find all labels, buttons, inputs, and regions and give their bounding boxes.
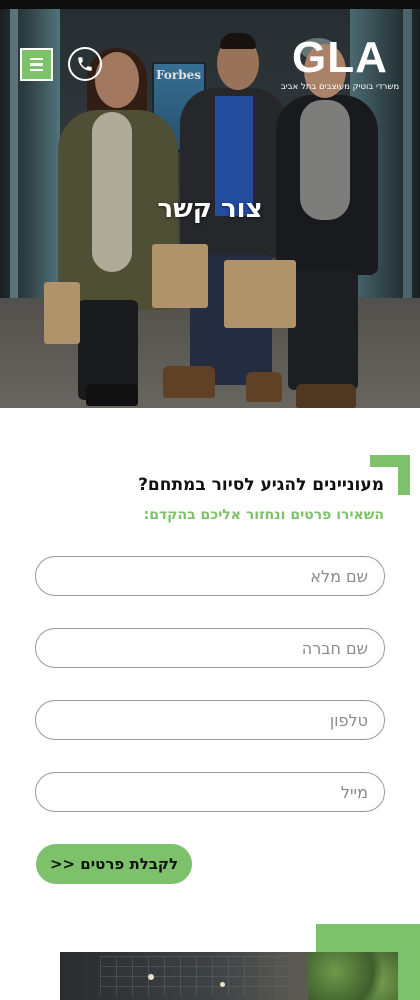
logo-tagline: משרדי בוטיק מעוצבים בתל אביב [280, 82, 400, 92]
company-input[interactable] [36, 629, 384, 667]
menu-button[interactable] [20, 48, 53, 81]
logo[interactable]: GLA משרדי בוטיק מעוצבים בתל אביב [276, 34, 404, 100]
full-name-input[interactable] [36, 557, 384, 595]
hamburger-icon-line [30, 57, 43, 61]
hero-section: Forbes GLA משרדי בוטיק מעוצבים בתל אביב … [0, 0, 420, 408]
email-field-wrapper [35, 772, 385, 812]
ceiling-light [148, 974, 154, 980]
ceiling-light [220, 982, 225, 987]
full-name-field-wrapper [35, 556, 385, 596]
phone-icon [78, 57, 92, 71]
phone-button[interactable] [68, 47, 102, 81]
plant-wall [308, 952, 398, 1000]
hamburger-icon-line [30, 63, 43, 66]
phone-field-wrapper [35, 700, 385, 740]
email-input[interactable] [36, 773, 384, 811]
form-heading: מעוניינים להגיע לסיור במתחם? [138, 475, 384, 495]
hamburger-icon-line [30, 68, 43, 72]
ceiling-grid [100, 956, 290, 996]
page-title: צור קשר [157, 194, 263, 224]
company-field-wrapper [35, 628, 385, 668]
form-subheading: השאירו פרטים ונחזור אליכם בהקדם: [143, 507, 384, 523]
submit-button[interactable]: לקבלת פרטים << [36, 844, 192, 884]
phone-input[interactable] [36, 701, 384, 739]
office-photo [60, 952, 398, 1000]
logo-text: GLA [292, 33, 388, 82]
